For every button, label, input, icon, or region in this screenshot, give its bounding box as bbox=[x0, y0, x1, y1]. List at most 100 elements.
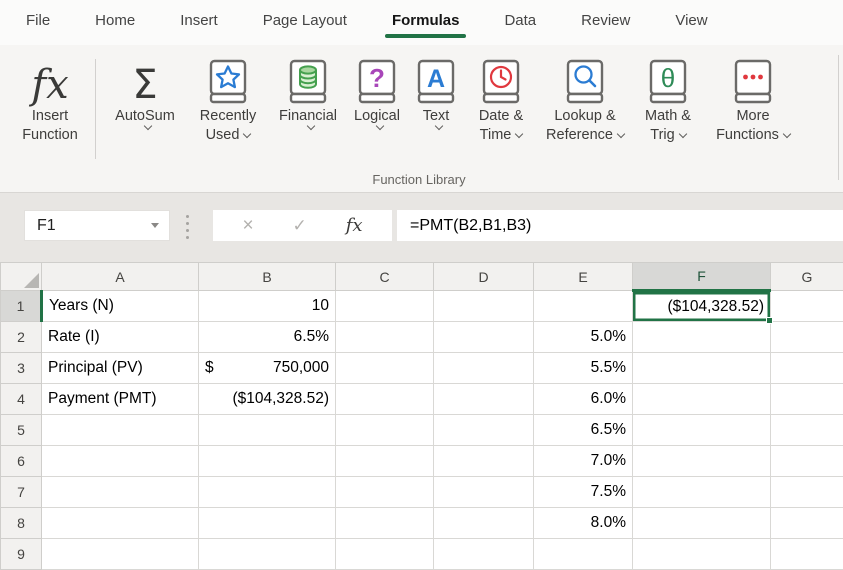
cell-c4[interactable] bbox=[336, 384, 434, 415]
insert-function-button[interactable]: fx Insert Function bbox=[14, 53, 86, 145]
cell-d3[interactable] bbox=[434, 353, 534, 384]
cell-e8[interactable]: 8.0% bbox=[534, 508, 633, 539]
cell-b4[interactable]: ($104,328.52) bbox=[199, 384, 336, 415]
formula-input[interactable]: =PMT(B2,B1,B3) bbox=[397, 210, 843, 241]
column-header-b[interactable]: B bbox=[199, 263, 336, 291]
cell-d9[interactable] bbox=[434, 539, 534, 570]
formula-bar-grip[interactable] bbox=[186, 215, 189, 239]
tab-file[interactable]: File bbox=[25, 6, 51, 39]
cell-b7[interactable] bbox=[199, 477, 336, 508]
cell-a4[interactable]: Payment (PMT) bbox=[42, 384, 199, 415]
cell-f1-selected[interactable]: ($104,328.52) bbox=[633, 291, 771, 322]
cell-f6[interactable] bbox=[633, 446, 771, 477]
cell-c1[interactable] bbox=[336, 291, 434, 322]
cell-e5[interactable]: 6.5% bbox=[534, 415, 633, 446]
cell-g8[interactable] bbox=[771, 508, 843, 539]
column-header-d[interactable]: D bbox=[434, 263, 534, 291]
cell-d6[interactable] bbox=[434, 446, 534, 477]
cell-d8[interactable] bbox=[434, 508, 534, 539]
tab-insert[interactable]: Insert bbox=[179, 6, 219, 39]
cell-a1[interactable]: Years (N) bbox=[42, 291, 199, 322]
row-header-5[interactable]: 5 bbox=[1, 415, 42, 446]
cell-e3[interactable]: 5.5% bbox=[534, 353, 633, 384]
text-button[interactable]: A Text bbox=[409, 53, 463, 129]
cell-g7[interactable] bbox=[771, 477, 843, 508]
select-all-corner[interactable] bbox=[1, 263, 42, 291]
cell-b3[interactable]: $750,000 bbox=[199, 353, 336, 384]
cell-a8[interactable] bbox=[42, 508, 199, 539]
lookup-reference-button[interactable]: Lookup & Reference bbox=[539, 53, 631, 145]
cell-c8[interactable] bbox=[336, 508, 434, 539]
cell-b2[interactable]: 6.5% bbox=[199, 322, 336, 353]
cell-a2[interactable]: Rate (I) bbox=[42, 322, 199, 353]
cell-c7[interactable] bbox=[336, 477, 434, 508]
cell-b1[interactable]: 10 bbox=[199, 291, 336, 322]
cell-d7[interactable] bbox=[434, 477, 534, 508]
cell-e2[interactable]: 5.0% bbox=[534, 322, 633, 353]
column-header-g[interactable]: G bbox=[771, 263, 843, 291]
tab-page-layout[interactable]: Page Layout bbox=[262, 6, 348, 39]
column-header-f[interactable]: F bbox=[633, 263, 771, 291]
tab-review[interactable]: Review bbox=[580, 6, 631, 39]
cell-b5[interactable] bbox=[199, 415, 336, 446]
cell-g1[interactable] bbox=[771, 291, 843, 322]
row-header-2[interactable]: 2 bbox=[1, 322, 42, 353]
tab-home[interactable]: Home bbox=[94, 6, 136, 39]
cell-e1[interactable] bbox=[534, 291, 633, 322]
cell-e7[interactable]: 7.5% bbox=[534, 477, 633, 508]
cell-f4[interactable] bbox=[633, 384, 771, 415]
cell-a5[interactable] bbox=[42, 415, 199, 446]
row-header-9[interactable]: 9 bbox=[1, 539, 42, 570]
name-box[interactable]: F1 bbox=[24, 210, 170, 241]
cell-d4[interactable] bbox=[434, 384, 534, 415]
row-header-8[interactable]: 8 bbox=[1, 508, 42, 539]
cell-c6[interactable] bbox=[336, 446, 434, 477]
recently-used-button[interactable]: Recently Used bbox=[185, 53, 271, 145]
cell-g5[interactable] bbox=[771, 415, 843, 446]
cell-b6[interactable] bbox=[199, 446, 336, 477]
cell-f2[interactable] bbox=[633, 322, 771, 353]
cell-d1[interactable] bbox=[434, 291, 534, 322]
tab-formulas[interactable]: Formulas bbox=[391, 6, 461, 39]
insert-function-fx-icon[interactable]: fx bbox=[346, 217, 363, 235]
cell-a7[interactable] bbox=[42, 477, 199, 508]
row-header-6[interactable]: 6 bbox=[1, 446, 42, 477]
name-box-dropdown[interactable] bbox=[141, 211, 169, 240]
cell-d2[interactable] bbox=[434, 322, 534, 353]
cell-a6[interactable] bbox=[42, 446, 199, 477]
cell-e4[interactable]: 6.0% bbox=[534, 384, 633, 415]
more-functions-button[interactable]: More Functions bbox=[705, 53, 801, 145]
column-header-e[interactable]: E bbox=[534, 263, 633, 291]
row-header-7[interactable]: 7 bbox=[1, 477, 42, 508]
math-trig-button[interactable]: θ Math & Trig bbox=[631, 53, 705, 145]
cell-e9[interactable] bbox=[534, 539, 633, 570]
cancel-icon[interactable]: × bbox=[242, 216, 253, 235]
cell-f5[interactable] bbox=[633, 415, 771, 446]
cell-b9[interactable] bbox=[199, 539, 336, 570]
cell-c5[interactable] bbox=[336, 415, 434, 446]
autosum-button[interactable]: Σ AutoSum bbox=[105, 53, 185, 129]
cell-d5[interactable] bbox=[434, 415, 534, 446]
cell-f8[interactable] bbox=[633, 508, 771, 539]
tab-data[interactable]: Data bbox=[503, 6, 537, 39]
row-header-3[interactable]: 3 bbox=[1, 353, 42, 384]
logical-button[interactable]: ? Logical bbox=[345, 53, 409, 129]
cell-c3[interactable] bbox=[336, 353, 434, 384]
row-header-1[interactable]: 1 bbox=[1, 291, 42, 322]
cell-f9[interactable] bbox=[633, 539, 771, 570]
cell-g3[interactable] bbox=[771, 353, 843, 384]
cell-a3[interactable]: Principal (PV) bbox=[42, 353, 199, 384]
cell-c9[interactable] bbox=[336, 539, 434, 570]
cell-a9[interactable] bbox=[42, 539, 199, 570]
cell-c2[interactable] bbox=[336, 322, 434, 353]
enter-icon[interactable]: ✓ bbox=[293, 217, 307, 234]
date-time-button[interactable]: Date & Time bbox=[463, 53, 539, 145]
tab-view[interactable]: View bbox=[674, 6, 708, 39]
financial-button[interactable]: Financial bbox=[271, 53, 345, 129]
cell-f7[interactable] bbox=[633, 477, 771, 508]
cell-g9[interactable] bbox=[771, 539, 843, 570]
column-header-c[interactable]: C bbox=[336, 263, 434, 291]
fill-handle[interactable] bbox=[766, 317, 773, 324]
cell-g6[interactable] bbox=[771, 446, 843, 477]
cell-f3[interactable] bbox=[633, 353, 771, 384]
